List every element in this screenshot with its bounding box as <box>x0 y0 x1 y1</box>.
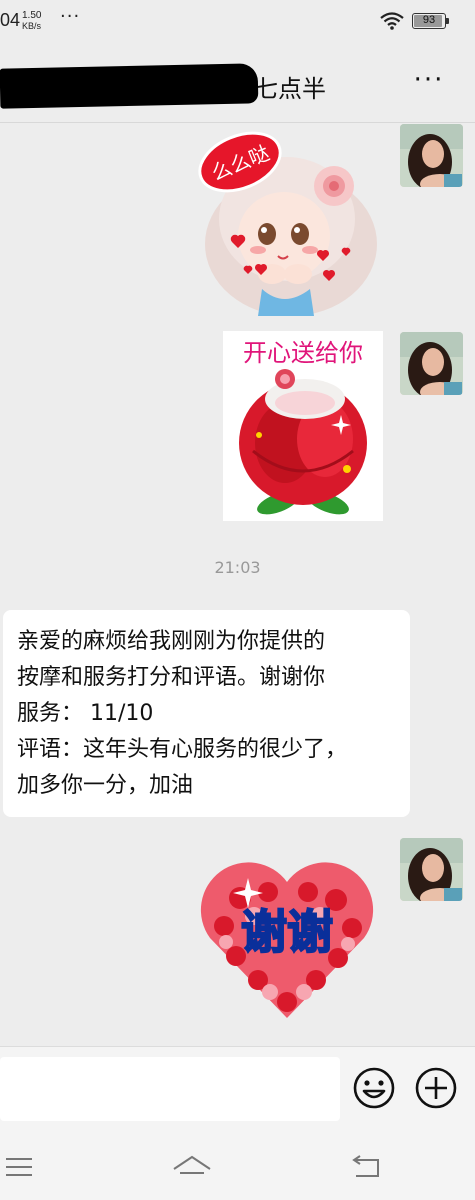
message-bubble[interactable]: 亲爱的麻烦给我刚刚为你提供的 按摩和服务打分和评语。谢谢你 服务： 11/10 … <box>3 610 410 817</box>
message-input[interactable] <box>0 1057 340 1121</box>
sticker-thanks-text: 谢谢 <box>241 905 333 959</box>
battery-level: 93 <box>422 14 436 26</box>
avatar-photo <box>400 124 463 187</box>
message-timestamp: 21:03 <box>214 558 261 577</box>
chat-header: 早七点半 ··· <box>0 44 475 123</box>
status-bar: 04 1.50 KB/s ··· 93 <box>0 0 475 44</box>
back-icon[interactable] <box>346 1152 390 1182</box>
battery-nub <box>446 18 449 24</box>
network-speed-unit: KB/s <box>22 21 42 31</box>
contact-avatar[interactable] <box>400 332 463 395</box>
rose-sticker[interactable]: 开心送给你 <box>223 331 383 521</box>
avatar-photo <box>400 332 463 395</box>
smiley-face-icon[interactable] <box>352 1066 396 1110</box>
message-line: 服务： 11/10 <box>17 701 154 726</box>
system-nav-bar <box>0 1132 475 1200</box>
kiss-girl-sticker[interactable]: 么么哒 <box>192 124 390 316</box>
network-speed: 1.50 KB/s <box>22 10 41 32</box>
network-speed-value: 1.50 <box>22 10 42 21</box>
status-more-dots: ··· <box>60 6 81 27</box>
message-line: 亲爱的麻烦给我刚刚为你提供的 <box>17 629 326 654</box>
plus-circle-icon[interactable] <box>414 1066 458 1110</box>
status-time: 04 <box>0 10 21 30</box>
message-line: 加多你一分，加油 <box>17 773 194 798</box>
heart-roses-sticker[interactable]: 谢谢 <box>196 852 378 1022</box>
battery-icon: 93 <box>412 13 449 29</box>
more-options-button[interactable]: ··· <box>404 62 454 102</box>
message-line: 按摩和服务打分和评语。谢谢你 <box>17 665 326 690</box>
wifi-icon <box>380 12 404 30</box>
menu-icon[interactable] <box>2 1152 46 1182</box>
home-icon[interactable] <box>170 1152 214 1182</box>
contact-avatar[interactable] <box>400 838 463 901</box>
input-bar <box>0 1046 475 1133</box>
avatar-photo <box>400 838 463 901</box>
redaction-scribble <box>0 63 259 109</box>
sticker-rose-text: 开心送给你 <box>243 339 363 367</box>
message-line: 评语：这年头有心服务的很少了， <box>17 737 348 762</box>
contact-avatar[interactable] <box>400 124 463 187</box>
